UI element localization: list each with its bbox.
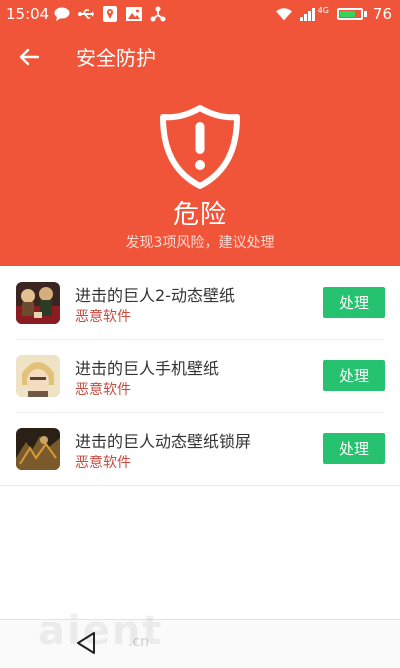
- risk-list: 进击的巨人2-动态壁纸 恶意软件 处理 进击的巨人手机壁纸 恶意软件 处理 进击…: [0, 266, 400, 485]
- list-item: 进击的巨人2-动态壁纸 恶意软件 处理: [0, 266, 400, 339]
- handle-button[interactable]: 处理: [323, 433, 385, 464]
- app-icon: [16, 355, 60, 397]
- notification-icons: [54, 0, 166, 28]
- divider: [0, 485, 400, 486]
- list-item: 进击的巨人动态壁纸锁屏 恶意软件 处理: [0, 412, 400, 485]
- usb-icon: [78, 6, 94, 22]
- app-bar: 安全防护: [0, 34, 400, 78]
- arrow-left-icon: [19, 48, 39, 66]
- risk-type: 恶意软件: [75, 309, 131, 325]
- back-button[interactable]: [16, 44, 42, 70]
- app-icon: [16, 282, 60, 324]
- risk-type: 恶意软件: [75, 382, 131, 398]
- app-name: 进击的巨人动态壁纸锁屏: [75, 432, 252, 451]
- location-icon: [102, 6, 118, 22]
- battery-level: 76: [372, 5, 392, 23]
- app-name: 进击的巨人手机壁纸: [75, 359, 220, 378]
- handle-button[interactable]: 处理: [323, 360, 385, 391]
- risk-status: 危险: [172, 200, 227, 230]
- battery-icon: 76: [336, 0, 392, 28]
- signal-icon: 4G: [299, 6, 329, 21]
- list-item: 进击的巨人手机壁纸 恶意软件 处理: [0, 339, 400, 412]
- status-right: 4G 76: [275, 0, 392, 28]
- app-icon: [16, 428, 60, 470]
- image-icon: [126, 6, 142, 22]
- chat-icon: [54, 6, 70, 22]
- status-time: 15:04: [6, 5, 50, 23]
- risk-summary: 发现3项风险，建议处理: [125, 235, 275, 251]
- wifi-icon: [275, 6, 292, 22]
- app-name: 进击的巨人2-动态壁纸: [75, 286, 235, 305]
- risk-type: 恶意软件: [75, 455, 131, 471]
- shield-alert-icon: [0, 104, 400, 194]
- page-title: 安全防护: [76, 46, 156, 70]
- header: 15:04 4G 76 安全防护 危险 发现3项风险，建议处理: [0, 0, 400, 266]
- watermark-suffix: .cn: [128, 634, 150, 650]
- handle-button[interactable]: 处理: [323, 287, 385, 318]
- share-icon: [150, 6, 166, 22]
- status-bar: 15:04 4G 76: [0, 0, 400, 28]
- network-label: 4G: [317, 6, 329, 15]
